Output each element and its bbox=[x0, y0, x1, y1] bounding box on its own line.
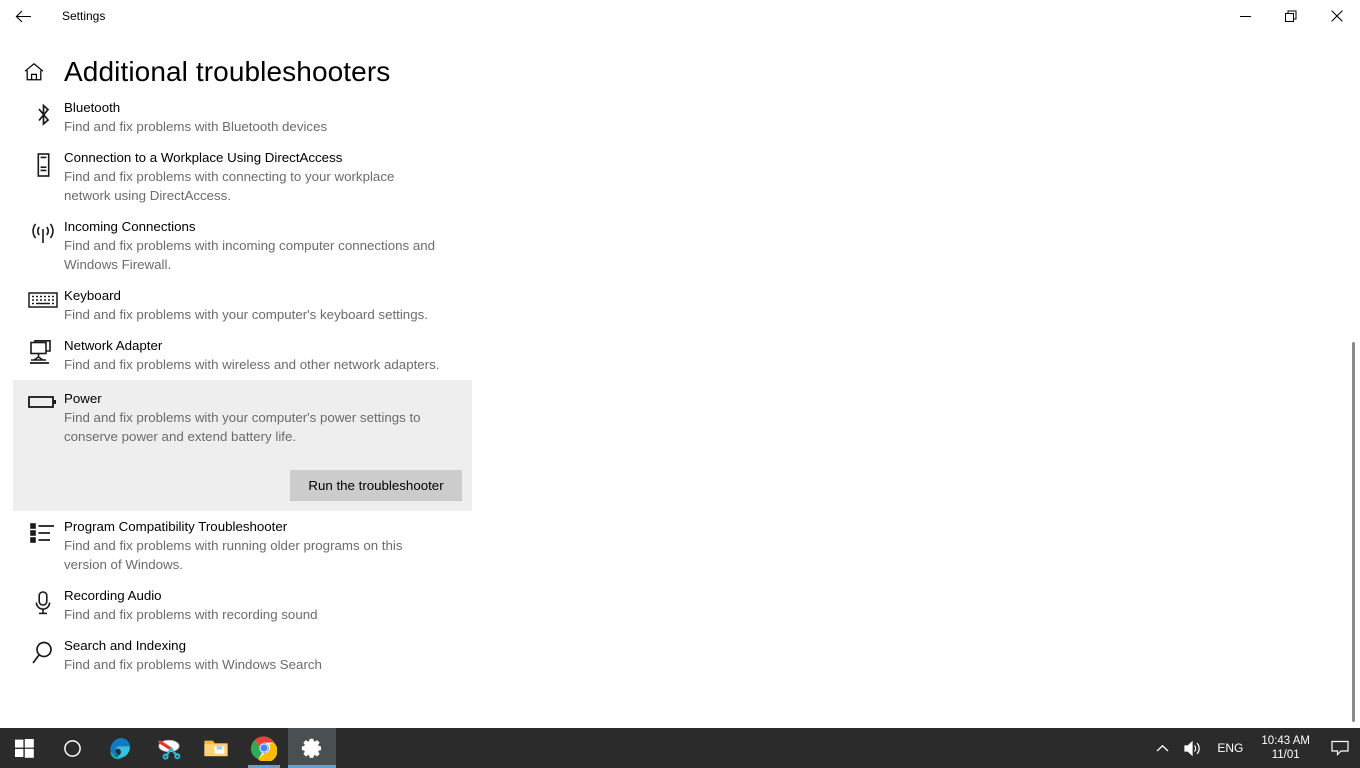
troubleshooter-title: Power bbox=[64, 391, 102, 406]
language-indicator[interactable]: ENG bbox=[1209, 728, 1251, 768]
troubleshooter-item-directaccess[interactable]: Connection to a Workplace Using DirectAc… bbox=[0, 142, 500, 211]
system-tray: ENG 10:43 AM 11/01 bbox=[1149, 728, 1360, 768]
clock-time: 10:43 AM bbox=[1261, 735, 1310, 747]
troubleshooter-description: Find and fix problems with connecting to… bbox=[64, 169, 395, 203]
google-chrome-button[interactable] bbox=[240, 728, 288, 768]
battery-icon bbox=[24, 389, 62, 411]
window-controls bbox=[1222, 0, 1360, 32]
bluetooth-icon bbox=[24, 98, 62, 128]
windows-start-icon bbox=[14, 738, 34, 758]
troubleshooter-title: Connection to a Workplace Using DirectAc… bbox=[64, 150, 343, 165]
snipping-tool-icon bbox=[158, 739, 181, 760]
settings-gear-icon bbox=[301, 738, 322, 758]
troubleshooter-description: Find and fix problems with recording sou… bbox=[64, 607, 318, 622]
troubleshooter-description: Find and fix problems with wireless and … bbox=[64, 357, 440, 372]
chevron-up-icon bbox=[1156, 744, 1169, 751]
snipping-tool-button[interactable] bbox=[144, 728, 192, 768]
troubleshooter-item-bluetooth[interactable]: Bluetooth Find and fix problems with Blu… bbox=[0, 92, 500, 142]
troubleshooter-item-search-and-indexing[interactable]: Search and Indexing Find and fix problem… bbox=[0, 630, 500, 680]
troubleshooter-text: Network Adapter Find and fix problems wi… bbox=[62, 336, 439, 374]
troubleshooter-title: Incoming Connections bbox=[64, 219, 196, 234]
cortana-circle-icon bbox=[63, 739, 81, 757]
clock[interactable]: 10:43 AM 11/01 bbox=[1251, 728, 1320, 768]
back-arrow-icon bbox=[15, 10, 31, 22]
troubleshooter-description: Find and fix problems with incoming comp… bbox=[64, 238, 436, 272]
action-center-button[interactable] bbox=[1320, 728, 1360, 768]
troubleshooter-description: Find and fix problems with your computer… bbox=[64, 410, 421, 444]
settings-app-button[interactable] bbox=[288, 728, 336, 768]
close-button[interactable] bbox=[1314, 0, 1360, 32]
home-icon[interactable] bbox=[18, 56, 50, 88]
clock-date: 11/01 bbox=[1271, 749, 1300, 761]
start-button[interactable] bbox=[0, 728, 48, 768]
home-glyph-icon bbox=[24, 62, 44, 81]
troubleshooter-text: Program Compatibility Troubleshooter Fin… bbox=[62, 517, 442, 574]
troubleshooter-item-program-compatibility[interactable]: Program Compatibility Troubleshooter Fin… bbox=[0, 511, 500, 580]
restore-icon bbox=[1285, 10, 1297, 22]
vertical-scrollbar[interactable] bbox=[1346, 32, 1360, 728]
troubleshooter-item-recording-audio[interactable]: Recording Audio Find and fix problems wi… bbox=[0, 580, 500, 630]
file-explorer-icon bbox=[204, 740, 228, 757]
chrome-icon bbox=[251, 736, 277, 761]
troubleshooter-text: Incoming Connections Find and fix proble… bbox=[62, 217, 468, 274]
volume-button[interactable] bbox=[1176, 728, 1209, 768]
program-list-icon bbox=[24, 517, 62, 545]
troubleshooter-title: Program Compatibility Troubleshooter bbox=[64, 519, 288, 534]
troubleshooter-description: Find and fix problems with running older… bbox=[64, 538, 403, 572]
run-the-troubleshooter-button[interactable]: Run the troubleshooter bbox=[290, 470, 462, 501]
scrollbar-thumb[interactable] bbox=[1352, 342, 1355, 722]
microphone-icon bbox=[24, 586, 62, 616]
window-title-bar: Settings bbox=[0, 0, 1360, 32]
troubleshooter-title: Network Adapter bbox=[64, 338, 163, 353]
keyboard-icon bbox=[24, 286, 62, 310]
troubleshooter-description: Find and fix problems with your computer… bbox=[64, 307, 428, 322]
troubleshooter-item-keyboard[interactable]: Keyboard Find and fix problems with your… bbox=[0, 280, 500, 330]
troubleshooter-description: Find and fix problems with Bluetooth dev… bbox=[64, 119, 328, 134]
maximize-restore-button[interactable] bbox=[1268, 0, 1314, 32]
incoming-connections-icon bbox=[24, 217, 62, 247]
troubleshooter-item-network-adapter[interactable]: Network Adapter Find and fix problems wi… bbox=[0, 330, 500, 380]
troubleshooter-item-incoming-connections[interactable]: Incoming Connections Find and fix proble… bbox=[0, 211, 500, 280]
minimize-icon bbox=[1239, 15, 1251, 17]
troubleshooter-title: Bluetooth bbox=[64, 100, 121, 115]
troubleshooter-title: Search and Indexing bbox=[64, 638, 186, 653]
show-hidden-icons-button[interactable] bbox=[1149, 728, 1176, 768]
window-title: Settings bbox=[62, 9, 106, 23]
action-center-icon bbox=[1331, 740, 1349, 756]
taskbar: ENG 10:43 AM 11/01 bbox=[0, 728, 1360, 768]
back-button[interactable] bbox=[0, 0, 46, 32]
cortana-search-button[interactable] bbox=[48, 728, 96, 768]
page-header: Additional troubleshooters bbox=[0, 48, 1360, 96]
troubleshooter-action-row: Run the troubleshooter bbox=[64, 470, 472, 501]
troubleshooter-text: Bluetooth Find and fix problems with Blu… bbox=[62, 98, 327, 136]
edge-icon bbox=[110, 738, 130, 760]
volume-icon bbox=[1184, 740, 1201, 756]
minimize-button[interactable] bbox=[1222, 0, 1268, 32]
network-adapter-icon bbox=[24, 336, 62, 366]
search-icon bbox=[24, 636, 62, 666]
troubleshooter-title: Recording Audio bbox=[64, 588, 162, 603]
troubleshooter-description: Find and fix problems with Windows Searc… bbox=[64, 657, 322, 672]
workplace-tower-icon bbox=[24, 148, 62, 178]
page-title: Additional troubleshooters bbox=[64, 56, 391, 87]
file-explorer-button[interactable] bbox=[192, 728, 240, 768]
close-icon bbox=[1331, 10, 1343, 22]
microsoft-edge-button[interactable] bbox=[96, 728, 144, 768]
troubleshooter-text: Search and Indexing Find and fix problem… bbox=[62, 636, 322, 674]
troubleshooter-item-power[interactable]: Power Find and fix problems with your co… bbox=[13, 380, 472, 511]
troubleshooter-text: Connection to a Workplace Using DirectAc… bbox=[62, 148, 424, 205]
troubleshooter-text: Keyboard Find and fix problems with your… bbox=[62, 286, 428, 324]
troubleshooter-text: Recording Audio Find and fix problems wi… bbox=[62, 586, 318, 624]
troubleshooter-text: Power Find and fix problems with your co… bbox=[62, 389, 472, 501]
troubleshooter-title: Keyboard bbox=[64, 288, 121, 303]
troubleshooter-list: Bluetooth Find and fix problems with Blu… bbox=[0, 92, 500, 728]
